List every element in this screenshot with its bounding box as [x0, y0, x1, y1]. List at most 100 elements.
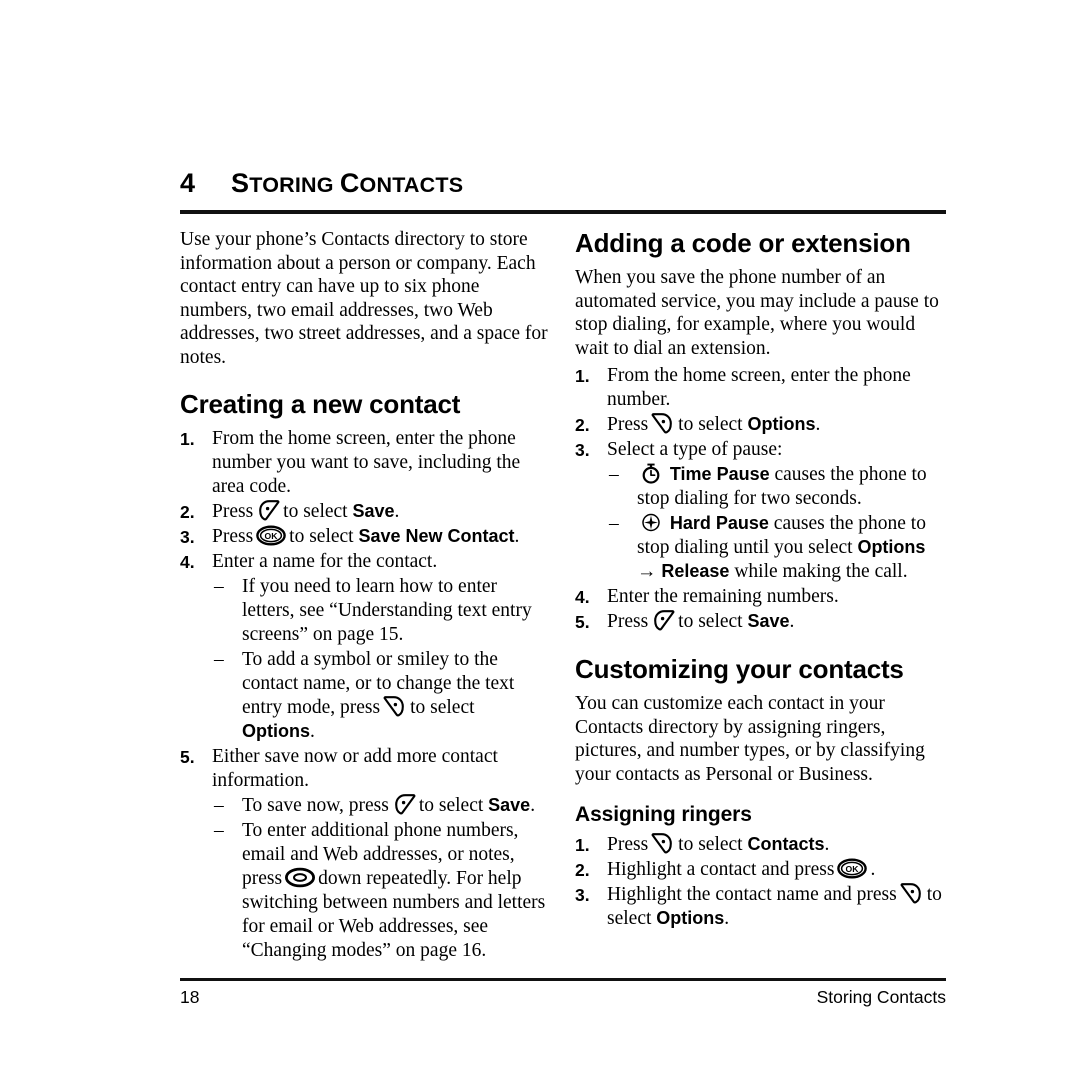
step-text-post: .	[870, 859, 876, 880]
list-item: – To enter additional phone numbers, ema…	[212, 819, 551, 963]
list-item: 5. Either save now or add more contact i…	[180, 745, 551, 963]
step-text-pre: Press	[212, 526, 254, 547]
heading-customizing-your-contacts: Customizing your contacts	[575, 654, 904, 684]
dash-marker: –	[214, 820, 224, 841]
page-number: 18	[180, 987, 200, 1007]
sub-list-pause-types: – Time Pause causes the phone to stop di…	[607, 463, 946, 584]
ok-key-icon: OK	[256, 525, 286, 546]
list-item: – Time Pause causes the phone to stop di…	[607, 463, 946, 511]
step-text-bold: Options	[747, 414, 816, 434]
sub-item-bold-release: Release	[661, 561, 730, 581]
right-softkey-icon	[383, 696, 407, 717]
sub-list: – To save now, press to select Save. – To…	[212, 794, 551, 963]
left-softkey-icon	[256, 500, 280, 521]
step-marker: 4.	[180, 552, 195, 572]
intro-paragraph-adding-code: When you save the phone number of an aut…	[575, 267, 939, 359]
sub-item-tail: while making the call.	[734, 561, 908, 582]
step-text-mid: to select	[289, 526, 354, 547]
step-marker: 2.	[180, 502, 195, 522]
intro-paragraph-customizing: You can customize each contact in your C…	[575, 693, 925, 785]
step-text-pre: Highlight the contact name and press	[607, 884, 897, 905]
right-softkey-icon	[900, 883, 924, 904]
document-page: 4 STORING CONTACTS Use your phone’s Cont…	[180, 0, 946, 1080]
list-item: – To save now, press to select Save.	[212, 794, 551, 818]
step-text-bold: Options	[656, 908, 725, 928]
step-text: Press to select Save.	[212, 500, 399, 522]
sub-item-bold: Options	[242, 721, 310, 741]
svg-text:OK: OK	[265, 531, 279, 541]
arrow-icon: →	[637, 561, 657, 582]
step-marker: 1.	[575, 366, 590, 386]
step-text: Press to select Options.	[607, 413, 821, 435]
list-item: 3. Press OK to select Save New Contact.	[180, 525, 551, 549]
intro-paragraph: Use your phone’s Contacts directory to s…	[180, 229, 548, 368]
left-softkey-icon	[651, 610, 675, 631]
step-marker: 4.	[575, 587, 590, 607]
step-text-pre: Press	[212, 501, 254, 522]
step-text: Press OK to select Save New Contact.	[212, 525, 520, 547]
steps-assigning-ringers: 1. Press to select Contacts. 2. Highlight…	[575, 833, 946, 931]
step-text-mid: to select	[283, 501, 348, 522]
step-text: Either save now or add more contact info…	[212, 746, 498, 791]
step-marker: 1.	[575, 835, 590, 855]
step-marker: 5.	[180, 747, 195, 767]
left-column: Use your phone’s Contacts directory to s…	[180, 228, 551, 964]
list-item: 3. Select a type of pause: – Time Pause …	[575, 438, 946, 584]
heading-assigning-ringers: Assigning ringers	[575, 803, 752, 826]
step-marker: 2.	[575, 415, 590, 435]
sub-item-text: To save now, press to select Save.	[242, 794, 535, 816]
step-marker: 3.	[575, 440, 590, 460]
list-item: – To add a symbol or smiley to the conta…	[212, 648, 551, 744]
step-text: Enter a name for the contact.	[212, 551, 438, 572]
step-text-pre: Highlight a contact and press	[607, 859, 835, 880]
dash-marker: –	[214, 576, 224, 597]
footer-section-title: Storing Contacts	[816, 987, 946, 1007]
stopwatch-icon	[640, 463, 662, 484]
list-item: 1. Press to select Contacts.	[575, 833, 946, 857]
step-text-post: .	[815, 414, 821, 435]
step-text: From the home screen, enter the phone nu…	[212, 428, 521, 497]
step-text-mid: to select	[678, 414, 743, 435]
step-marker: 5.	[575, 612, 590, 632]
right-column: Adding a code or extension When you save…	[575, 228, 946, 964]
step-marker: 1.	[180, 429, 195, 449]
dash-marker: –	[609, 513, 619, 534]
sub-item-mid: to select	[410, 697, 475, 718]
sub-list: – If you need to learn how to enter lett…	[212, 575, 551, 744]
step-text-post: .	[789, 611, 795, 632]
header-divider	[180, 210, 946, 214]
dash-marker: –	[609, 464, 619, 485]
sub-item-bold: Hard Pause	[669, 513, 769, 533]
list-item: 5. Press to select Save.	[575, 610, 946, 634]
chapter-title-rest-2: ONTACTS	[359, 173, 464, 197]
sub-item-text: Time Pause causes the phone to stop dial…	[637, 463, 927, 509]
page-footer: 18 Storing Contacts	[180, 978, 946, 1008]
list-item: 1. From the home screen, enter the phone…	[180, 427, 551, 499]
step-text: Select a type of pause:	[607, 439, 783, 460]
list-item: 3. Highlight the contact name and press t…	[575, 883, 946, 931]
sub-item-text: If you need to learn how to enter letter…	[242, 576, 532, 645]
list-item: 2. Press to select Save.	[180, 500, 551, 524]
step-text-bold: Save	[352, 501, 395, 521]
navigation-key-icon	[285, 867, 316, 888]
sub-item-bold: Time Pause	[669, 464, 770, 484]
step-text-pre: Press	[607, 414, 649, 435]
step-text: Highlight the contact name and press to s…	[607, 883, 942, 929]
sub-item-mid: to select	[418, 795, 484, 816]
step-marker: 2.	[575, 860, 590, 880]
dash-marker: –	[214, 795, 224, 816]
step-text-post: .	[514, 526, 520, 547]
sub-item-bold: Save	[488, 795, 531, 815]
step-text: Press to select Contacts.	[607, 833, 830, 855]
sub-item-pre: To save now, press	[242, 795, 389, 816]
list-item: 2. Highlight a contact and press OK.	[575, 858, 946, 882]
step-text-bold: Save New Contact	[358, 526, 515, 546]
step-text-post: .	[824, 834, 830, 855]
footer-divider	[180, 978, 946, 981]
step-marker: 3.	[575, 885, 590, 905]
list-item: – Hard Pause causes the phone to stop di…	[607, 512, 946, 584]
step-text: From the home screen, enter the phone nu…	[607, 365, 911, 410]
chapter-number: 4	[180, 168, 196, 198]
list-item: 4. Enter a name for the contact. – If yo…	[180, 550, 551, 744]
footer-row: 18 Storing Contacts	[180, 987, 946, 1008]
